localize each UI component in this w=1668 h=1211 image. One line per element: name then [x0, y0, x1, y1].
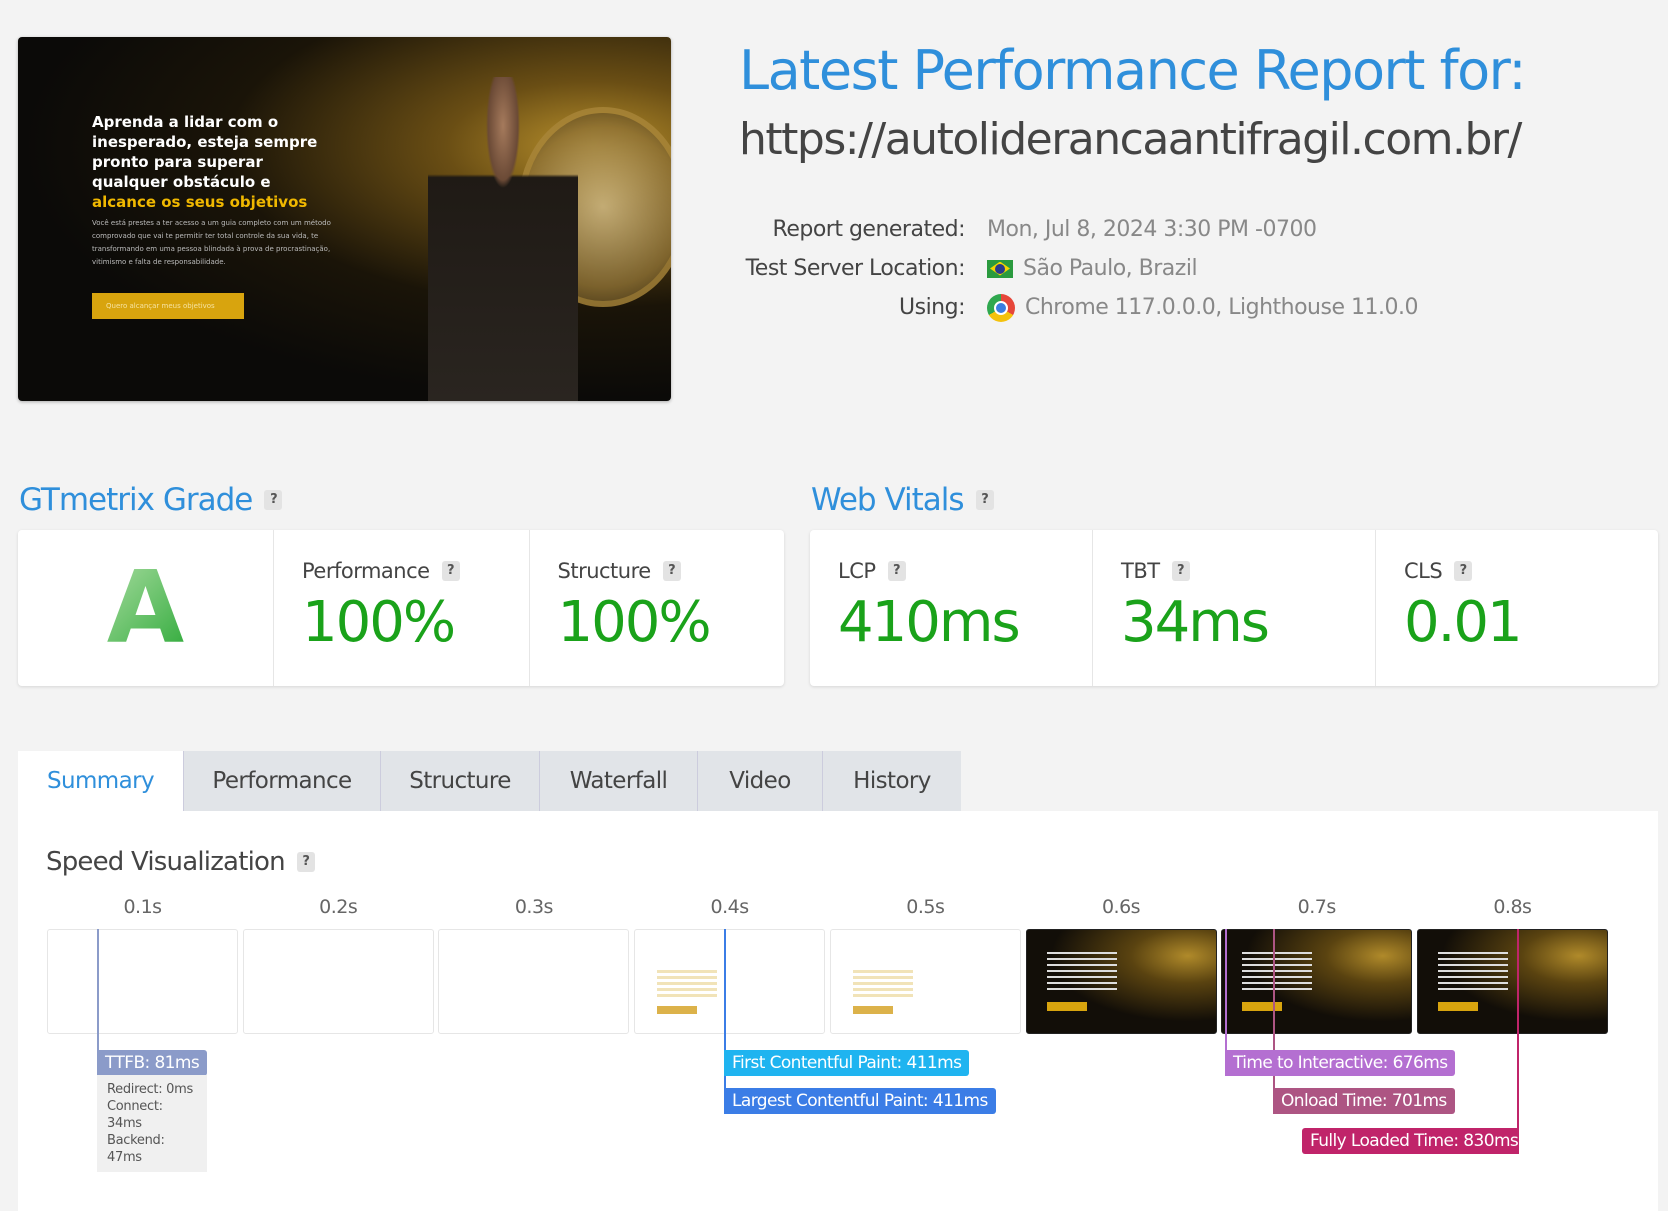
filmstrip-frame[interactable] [829, 929, 1021, 1034]
time-label: 0.3s [514, 896, 554, 918]
ttfb-marker [97, 929, 99, 1050]
location-value: São Paulo, Brazil [1023, 256, 1198, 281]
time-label: 0.2s [319, 896, 358, 918]
tab-performance[interactable]: Performance [183, 751, 380, 811]
help-icon[interactable]: ? [1454, 561, 1473, 581]
page-screenshot: Aprenda a lidar com o inesperado, esteja… [18, 37, 671, 401]
report-info: Report generated: Mon, Jul 8, 2024 3:30 P… [720, 210, 1418, 327]
report-generated-label: Report generated: [772, 217, 966, 242]
headline-highlight: alcance os seus objetivos [92, 193, 308, 211]
filmstrip-frame[interactable] [1221, 929, 1413, 1034]
headline-line: Aprenda a lidar com o [92, 113, 279, 131]
gtmetrix-grade-heading: GTmetrix Grade? [19, 480, 283, 520]
using-value: Chrome 117.0.0.0, Lighthouse 11.0.0 [1025, 295, 1418, 320]
screenshot-headline: Aprenda a lidar com o inesperado, esteja… [92, 112, 352, 212]
help-icon[interactable]: ? [662, 561, 681, 581]
lcp-label: Largest Contentful Paint: 411ms [724, 1088, 996, 1114]
web-vitals-heading: Web Vitals? [811, 480, 994, 520]
lcp-label: LCP [838, 559, 876, 583]
cls-metric: CLS? 0.01 [1375, 530, 1658, 686]
report-generated-value: Mon, Jul 8, 2024 3:30 PM -0700 [987, 217, 1317, 242]
report-url[interactable]: https://autoliderancaantifragil.com.br/ [739, 110, 1522, 170]
filmstrip-frame[interactable] [242, 929, 434, 1034]
tti-label: Time to Interactive: 676ms [1225, 1050, 1456, 1076]
tab-structure[interactable]: Structure [380, 751, 539, 811]
onload-label: Onload Time: 701ms [1273, 1088, 1455, 1114]
heading-text: Speed Visualization [46, 847, 286, 877]
backend-time: Backend: 47ms [107, 1133, 165, 1165]
time-label: 0.8s [1493, 896, 1532, 918]
help-icon[interactable]: ? [975, 490, 994, 510]
headline-line: inesperado, esteja sempre [92, 133, 318, 151]
tti-marker [1225, 929, 1227, 1050]
structure-score: Structure? 100% [528, 530, 785, 686]
speed-visualization-heading: Speed Visualization? [46, 842, 315, 882]
heading-text: GTmetrix Grade [19, 482, 253, 518]
fully-loaded-label: Fully Loaded Time: 830ms [1302, 1128, 1519, 1154]
performance-value: 100% [302, 590, 456, 655]
fully-loaded-marker [1517, 929, 1519, 1129]
screenshot-cta: Quero alcançar meus objetivos [92, 293, 244, 319]
report-tabs: Summary Performance Structure Waterfall … [18, 751, 961, 811]
chrome-icon [987, 293, 1015, 322]
tbt-value: 34ms [1121, 590, 1270, 655]
help-icon[interactable]: ? [296, 852, 315, 872]
tab-video[interactable]: Video [697, 751, 822, 811]
performance-score: Performance? 100% [273, 530, 529, 686]
tab-history[interactable]: History [822, 751, 961, 811]
filmstrip-frame[interactable] [438, 929, 630, 1034]
fcp-label: First Contentful Paint: 411ms [724, 1050, 970, 1076]
using-label: Using: [899, 295, 966, 320]
cls-value: 0.01 [1404, 590, 1523, 655]
person-image [428, 77, 578, 401]
redirect-time: Redirect: 0ms [107, 1082, 193, 1097]
time-label: 0.4s [710, 896, 750, 918]
grade-letter: A [18, 530, 273, 686]
headline-line: pronto para superar [92, 153, 263, 171]
report-title: Latest Performance Report for: [739, 39, 1527, 102]
filmstrip-frame[interactable] [47, 929, 238, 1034]
help-icon[interactable]: ? [887, 561, 906, 581]
brazil-flag-icon [987, 259, 1013, 278]
time-label: 0.5s [906, 896, 945, 918]
tbt-label: TBT [1121, 559, 1160, 583]
help-icon[interactable]: ? [264, 490, 283, 510]
filmstrip-frame[interactable] [634, 929, 826, 1034]
performance-label: Performance [302, 559, 430, 583]
filmstrip-frame[interactable] [1025, 929, 1217, 1034]
ttfb-label: TTFB: 81ms [97, 1050, 207, 1076]
help-icon[interactable]: ? [441, 561, 460, 581]
time-label: 0.6s [1101, 896, 1141, 918]
web-vitals-card: LCP? 410ms TBT? 34ms CLS? 0.01 [810, 530, 1658, 686]
time-label: 0.1s [123, 896, 162, 918]
structure-value: 100% [557, 590, 712, 655]
grade-card: A Performance? 100% Structure? 100% [18, 530, 784, 686]
connect-time: Connect: 34ms [107, 1099, 163, 1131]
location-label: Test Server Location: [745, 256, 966, 281]
tbt-metric: TBT? 34ms [1092, 530, 1375, 686]
time-label: 0.7s [1297, 896, 1337, 918]
cls-label: CLS [1404, 559, 1443, 583]
structure-label: Structure [557, 559, 652, 583]
heading-text: Web Vitals [811, 482, 964, 518]
headline-line: qualquer obstáculo e [92, 173, 271, 191]
help-icon[interactable]: ? [1171, 561, 1190, 581]
lcp-value: 410ms [838, 590, 1021, 655]
ttfb-details: Redirect: 0ms Connect: 34ms Backend: 47m… [97, 1075, 207, 1172]
tab-waterfall[interactable]: Waterfall [539, 751, 697, 811]
grade-letter-text: A [106, 549, 185, 666]
fcp-lcp-marker [724, 929, 726, 1114]
filmstrip-frame[interactable] [1416, 929, 1608, 1034]
tab-summary[interactable]: Summary [18, 751, 183, 811]
lcp-metric: LCP? 410ms [810, 530, 1092, 686]
screenshot-subtext: Você está prestes a ter acesso a um guia… [92, 219, 331, 266]
